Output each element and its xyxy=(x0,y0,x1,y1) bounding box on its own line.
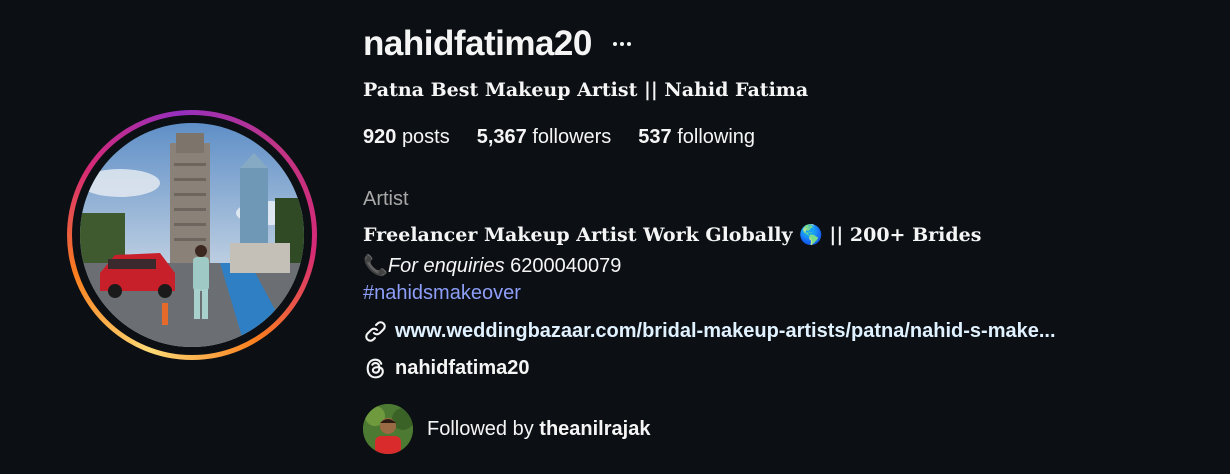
profile-info: nahidfatima20 Patna Best Makeup Artist |… xyxy=(363,0,1230,474)
bio-phone-number: 6200040079 xyxy=(504,255,622,277)
more-options-icon xyxy=(612,42,631,46)
posts-count: 920 xyxy=(363,126,397,148)
bio-line-1: Freelancer Makeup Artist Work Globally 🌎… xyxy=(363,224,982,246)
following-label: following xyxy=(677,126,756,148)
posts-stat[interactable]: 920 posts xyxy=(363,126,450,149)
external-link-text: www.weddingbazaar.com/bridal-makeup-arti… xyxy=(395,320,1056,342)
external-link[interactable]: www.weddingbazaar.com/bridal-makeup-arti… xyxy=(363,319,1056,344)
username: nahidfatima20 xyxy=(363,24,592,63)
phone-icon: 📞 xyxy=(363,255,388,277)
follower-avatar[interactable] xyxy=(363,404,413,454)
followed-by-label: Followed by xyxy=(427,417,534,440)
followers-stat[interactable]: 5,367 followers xyxy=(477,126,612,149)
link-icon xyxy=(365,321,386,342)
following-count: 537 xyxy=(638,126,672,148)
threads-icon xyxy=(366,358,384,379)
profile-stats: 920 posts 5,367 followers 537 following xyxy=(363,126,782,149)
bio-enquiries-label: For enquiries xyxy=(387,255,505,277)
profile-photo xyxy=(80,123,304,347)
profile-photo-image xyxy=(80,123,304,347)
bio-hashtag-link[interactable]: #nahidsmakeover xyxy=(363,282,521,305)
threads-link[interactable]: nahidfatima20 xyxy=(363,356,529,381)
following-stat[interactable]: 537 following xyxy=(638,126,755,149)
followed-by-text: Followed by theanilrajak xyxy=(427,418,650,441)
full-name: Patna Best Makeup Artist || Nahid Fatima xyxy=(363,79,809,101)
profile-avatar[interactable] xyxy=(67,110,357,360)
followed-by-username[interactable]: theanilrajak xyxy=(539,418,650,440)
profile-category: Artist xyxy=(363,188,409,210)
bio-line-2: 📞For enquiries 6200040079 xyxy=(363,253,621,278)
followed-by[interactable]: Followed by theanilrajak xyxy=(363,404,650,454)
threads-handle: nahidfatima20 xyxy=(395,357,530,379)
more-options-button[interactable] xyxy=(608,30,636,58)
username-row: nahidfatima20 xyxy=(363,24,636,64)
followers-count: 5,367 xyxy=(476,126,527,148)
posts-label: posts xyxy=(401,126,450,148)
follower-avatar-image xyxy=(363,404,413,454)
followers-label: followers xyxy=(532,126,612,148)
